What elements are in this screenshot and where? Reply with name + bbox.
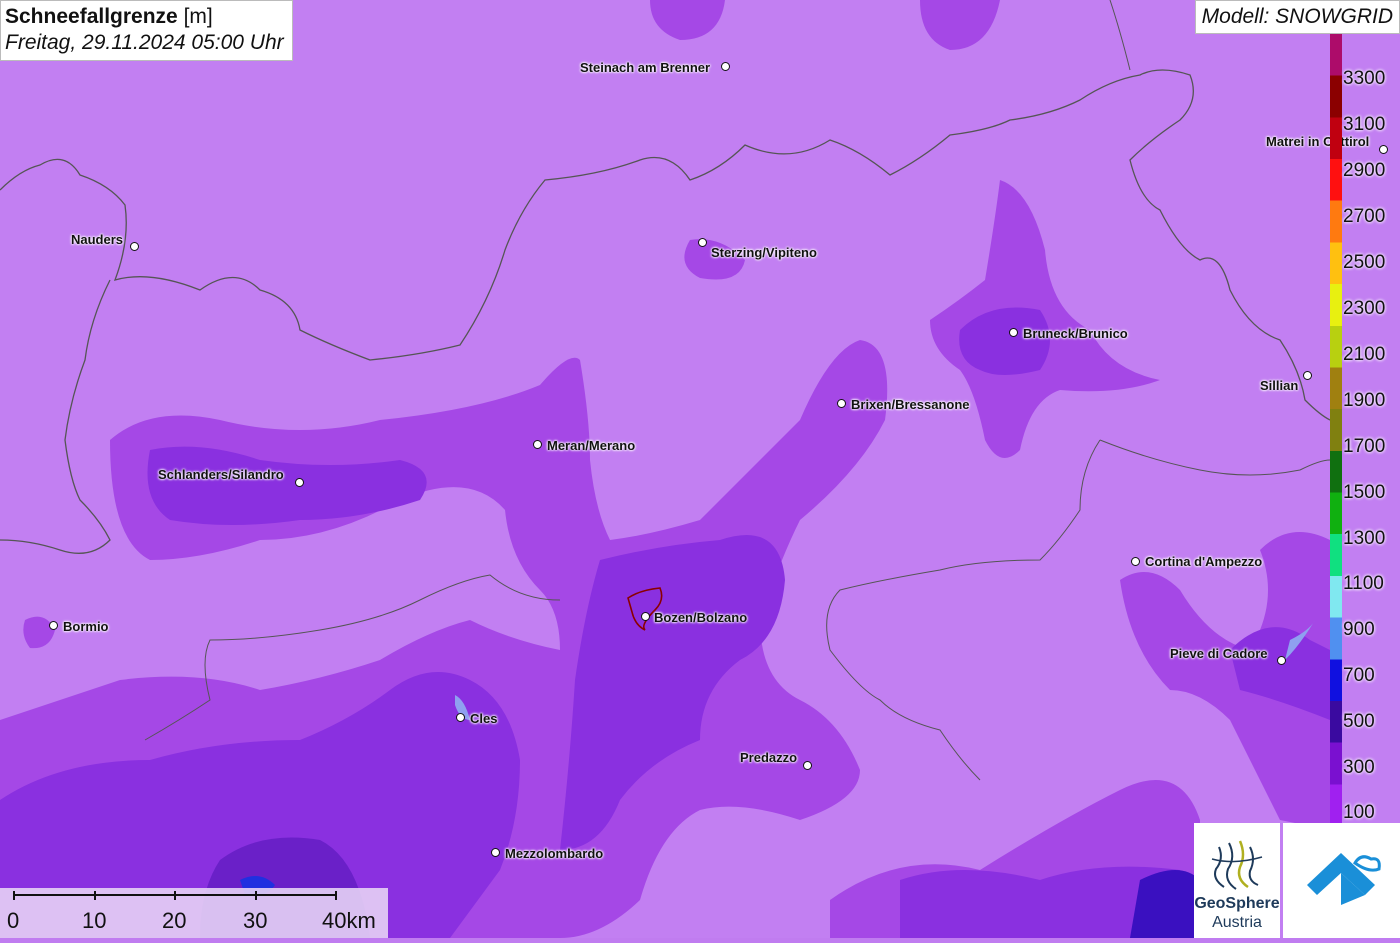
geosphere-country: Austria — [1212, 914, 1262, 931]
city-label-bormio: Bormio — [63, 619, 109, 634]
city-dot[interactable] — [491, 848, 500, 857]
city-dot[interactable] — [721, 62, 730, 71]
legend-label: 1300 — [1343, 528, 1386, 549]
city-label-mezzolombardo: Mezzolombardo — [505, 846, 604, 861]
city-dot[interactable] — [1131, 557, 1140, 566]
geosphere-name: GeoSphere — [1194, 895, 1280, 912]
legend-label: 3300 — [1343, 68, 1386, 89]
legend-label: 100 — [1343, 802, 1375, 823]
parameter-name: Schneefallgrenze — [5, 5, 178, 28]
city-label-steinach: Steinach am Brenner — [580, 60, 711, 75]
legend-label: 1500 — [1343, 482, 1386, 503]
city-label-nauders: Nauders — [71, 232, 124, 247]
city-label-bruneck: Bruneck/Brunico — [1023, 326, 1128, 341]
model-label: Modell: SNOWGRID — [1194, 0, 1400, 34]
legend-color-bar — [1330, 34, 1342, 826]
snowgrid-logo-icon — [1307, 853, 1381, 905]
legend-label: 2500 — [1343, 252, 1386, 273]
parameter-unit: [m] — [183, 5, 213, 28]
legend-label: 1100 — [1343, 573, 1384, 594]
city-dot[interactable] — [456, 713, 465, 722]
legend-label: 2100 — [1343, 344, 1386, 365]
city-dot[interactable] — [641, 612, 650, 621]
city-label-pieve: Pieve di Cadore — [1170, 646, 1268, 661]
scale-label: 0 — [7, 908, 20, 933]
map-title: Schneefallgrenze [m] — [5, 4, 284, 30]
map-title-box: Schneefallgrenze [m] Freitag, 29.11.2024… — [0, 0, 293, 61]
city-label-predazzo: Predazzo — [740, 750, 798, 765]
city-label-brixen: Brixen/Bressanone — [851, 397, 970, 412]
city-dot[interactable] — [1277, 656, 1286, 665]
scale-label: 10 — [82, 908, 107, 933]
legend-label: 2900 — [1343, 160, 1386, 181]
legend-label: 2700 — [1343, 206, 1386, 227]
city-dot[interactable] — [837, 399, 846, 408]
scale-label: 20 — [162, 908, 187, 933]
city-dot[interactable] — [533, 440, 542, 449]
map-datetime: Freitag, 29.11.2024 05:00 Uhr — [5, 31, 284, 54]
city-dot[interactable] — [1303, 371, 1312, 380]
legend-label: 2300 — [1343, 298, 1386, 319]
city-dot[interactable] — [49, 621, 58, 630]
zone-dark — [1130, 870, 1200, 938]
city-label-sillian: Sillian — [1260, 378, 1299, 393]
city-dot[interactable] — [803, 761, 812, 770]
city-label-schlanders: Schlanders/Silandro — [158, 467, 284, 482]
scale-label: 40km — [322, 908, 376, 933]
city-label-meran: Meran/Merano — [547, 438, 636, 453]
legend-label: 900 — [1343, 619, 1375, 640]
scale-label: 30 — [243, 908, 268, 933]
scale-bar: 0 10 20 30 40km — [0, 888, 388, 938]
city-label-bozen: Bozen/Bolzano — [654, 610, 748, 625]
color-legend: 3300 3100 2900 2700 2500 2300 2100 1900 … — [1330, 34, 1400, 826]
legend-label: 1700 — [1343, 436, 1386, 457]
legend-label: 300 — [1343, 757, 1375, 778]
city-dot[interactable] — [295, 478, 304, 487]
city-label-cortina: Cortina d'Ampezzo — [1145, 554, 1263, 569]
legend-label: 500 — [1343, 711, 1375, 732]
legend-label: 3100 — [1343, 114, 1386, 135]
geosphere-logo[interactable]: GeoSphere Austria — [1194, 823, 1280, 938]
city-label-sterzing: Sterzing/Vipiteno — [711, 245, 817, 260]
city-dot[interactable] — [698, 238, 707, 247]
city-dot[interactable] — [1009, 328, 1018, 337]
snowgrid-logo[interactable] — [1283, 823, 1400, 938]
legend-label: 1900 — [1343, 390, 1386, 411]
city-dot[interactable] — [130, 242, 139, 251]
legend-label: 700 — [1343, 665, 1375, 686]
city-label-cles: Cles — [470, 711, 498, 726]
geosphere-logo-icon — [1211, 840, 1263, 890]
